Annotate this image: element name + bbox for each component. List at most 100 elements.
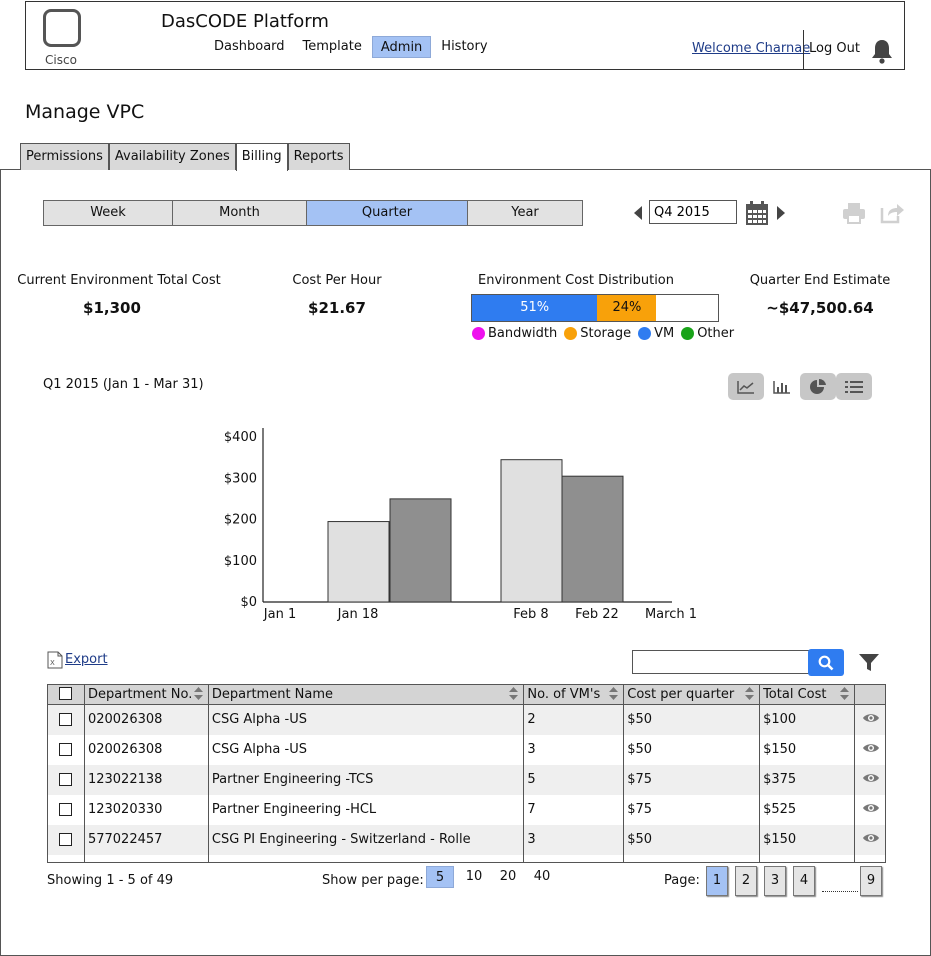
- page-1-button[interactable]: 1: [706, 866, 728, 896]
- row-checkbox[interactable]: [59, 773, 72, 786]
- tab-permissions[interactable]: Permissions: [20, 143, 109, 170]
- export-link[interactable]: Export: [65, 652, 108, 667]
- table-row[interactable]: 123022138 Partner Engineering -TCS 5 $75 $37…: [47, 764, 886, 795]
- table-cell: CSG Alpha -US: [207, 704, 524, 735]
- prev-period-icon[interactable]: [634, 206, 642, 220]
- eye-icon[interactable]: [862, 742, 880, 754]
- x-tick-label: Jan 18: [337, 607, 379, 622]
- print-icon[interactable]: [842, 202, 866, 224]
- nav-dashboard[interactable]: Dashboard: [206, 36, 293, 58]
- table-cell: $50: [623, 734, 760, 765]
- period-month[interactable]: Month: [173, 201, 307, 225]
- page-4-button[interactable]: 4: [793, 866, 815, 896]
- distribution-bar: 51% 24%: [471, 294, 719, 322]
- list-view-toggle[interactable]: [836, 373, 872, 400]
- table-row[interactable]: 020026308 CSG Alpha -US 3 $50 $150: [48, 734, 886, 765]
- sort-icon[interactable]: [745, 687, 755, 700]
- pie-chart-icon: [810, 378, 826, 394]
- bell-icon[interactable]: [871, 38, 893, 64]
- app-header: Cisco DasCODE Platform Dashboard Templat…: [25, 1, 905, 70]
- pagination: 1 2 3 4 9: [706, 866, 889, 896]
- welcome-link[interactable]: Welcome Charnae: [692, 41, 810, 56]
- page-last-button[interactable]: 9: [860, 866, 882, 896]
- nav-template[interactable]: Template: [295, 36, 370, 58]
- table-cell: 3: [523, 824, 624, 855]
- legend-dot-icon: [564, 327, 578, 340]
- legend-label: VM: [654, 326, 675, 341]
- estimate-label: Quarter End Estimate: [749, 273, 891, 288]
- nav-admin[interactable]: Admin: [371, 36, 432, 58]
- eye-icon[interactable]: [862, 802, 880, 814]
- column-header-total-cost[interactable]: Total Cost: [759, 684, 855, 705]
- brand-title: DasCODE Platform: [161, 11, 329, 32]
- select-all-checkbox[interactable]: [59, 687, 72, 700]
- per-page-10[interactable]: 10: [460, 866, 488, 888]
- period-year[interactable]: Year: [468, 201, 582, 225]
- column-header-cost-per-quarter[interactable]: Cost per quarter: [623, 684, 760, 705]
- table-row[interactable]: 020026308 CSG Alpha -US 2 $50 $100: [47, 704, 886, 735]
- page-3-button[interactable]: 3: [764, 866, 786, 896]
- table-cell: [83, 854, 209, 863]
- search-button[interactable]: [808, 649, 844, 676]
- sort-icon[interactable]: [609, 687, 619, 700]
- per-page-40[interactable]: 40: [528, 866, 556, 888]
- period-input[interactable]: [649, 200, 737, 224]
- sort-icon[interactable]: [839, 687, 849, 700]
- legend-item: Storage: [564, 326, 631, 341]
- bar-chart-toggle[interactable]: [764, 373, 800, 400]
- table-row[interactable]: 123020330 Partner Engineering -HCL 7 $75 $52…: [48, 794, 886, 825]
- table-cell: [623, 854, 760, 863]
- table-cell: 123022138: [83, 764, 209, 795]
- table-cell: $75: [623, 794, 760, 825]
- page-label: Page:: [664, 873, 700, 888]
- y-tick-label: $300: [224, 471, 257, 486]
- per-page-20[interactable]: 20: [494, 866, 522, 888]
- eye-icon[interactable]: [862, 832, 880, 844]
- table-cell: 020026308: [83, 734, 209, 765]
- tab-availability-zones[interactable]: Availability Zones: [108, 143, 236, 170]
- eye-icon[interactable]: [862, 772, 880, 784]
- per-page-5[interactable]: 5: [426, 866, 454, 888]
- distribution-legend: Bandwidth Storage VM Other: [472, 326, 741, 341]
- tab-reports[interactable]: Reports: [287, 143, 350, 170]
- next-period-icon[interactable]: [777, 206, 785, 220]
- cost-per-hour-label: Cost Per Hour: [292, 273, 382, 288]
- pie-chart-toggle[interactable]: [800, 373, 836, 400]
- column-header-department-no[interactable]: Department No.: [83, 684, 209, 705]
- page-2-button[interactable]: 2: [735, 866, 757, 896]
- excel-file-icon[interactable]: X: [47, 651, 63, 669]
- calendar-icon[interactable]: [745, 200, 769, 226]
- sort-icon[interactable]: [193, 687, 203, 700]
- logo[interactable]: [43, 9, 81, 47]
- logout-link[interactable]: Log Out: [809, 41, 860, 56]
- row-checkbox[interactable]: [59, 803, 72, 816]
- line-chart-toggle[interactable]: [728, 373, 764, 400]
- line-chart-icon: [737, 380, 754, 394]
- period-week[interactable]: Week: [44, 201, 173, 225]
- filter-icon[interactable]: [858, 653, 880, 673]
- row-checkbox[interactable]: [59, 833, 72, 846]
- table-row[interactable]: 577022457 CSG PI Engineering - Switzerlan…: [47, 824, 886, 855]
- period-quarter[interactable]: Quarter: [307, 201, 468, 225]
- row-actions-cell: [853, 734, 886, 765]
- pagination-ellipsis: [822, 870, 858, 892]
- eye-icon[interactable]: [862, 712, 880, 724]
- current-cost-value: $1,300: [83, 299, 141, 317]
- header-divider: [803, 30, 804, 70]
- chart-bar: [327, 521, 390, 603]
- distribution-segment: 51%: [472, 295, 598, 321]
- share-icon[interactable]: [879, 200, 905, 224]
- nav-history[interactable]: History: [433, 36, 495, 58]
- x-tick-label: Feb 8: [513, 607, 548, 622]
- column-header-department-name[interactable]: Department Name: [207, 684, 524, 705]
- row-checkbox[interactable]: [59, 713, 72, 727]
- search-input[interactable]: [632, 650, 810, 674]
- per-page-label: Show per page:: [322, 873, 424, 888]
- table-cell: [48, 855, 85, 863]
- sort-icon[interactable]: [509, 687, 519, 700]
- table-cell: 577022457: [83, 824, 209, 855]
- row-checkbox[interactable]: [59, 743, 72, 756]
- column-header-vms[interactable]: No. of VM's: [523, 684, 624, 705]
- table-cell: $50: [623, 704, 760, 735]
- tab-billing[interactable]: Billing: [235, 143, 288, 171]
